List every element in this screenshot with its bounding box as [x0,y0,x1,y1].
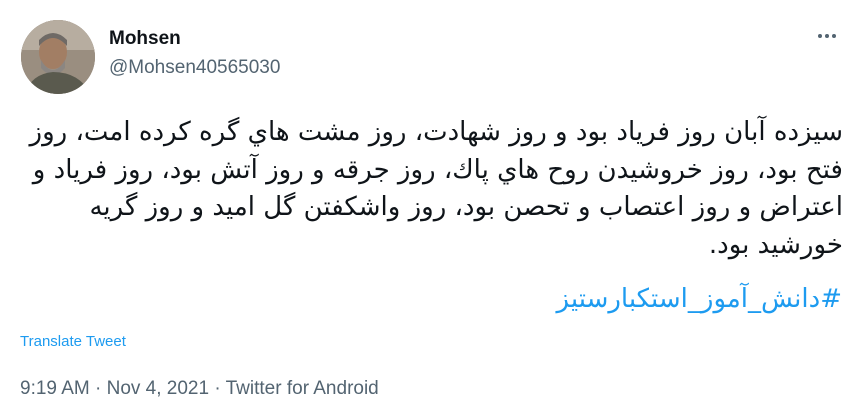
tweet: Mohsen @Mohsen40565030 سيزده آبان روز فر… [0,0,862,419]
more-horizontal-icon[interactable] [812,26,842,46]
tweet-source[interactable]: Twitter for Android [226,378,379,399]
tweet-time[interactable]: 9:19 AM [20,378,90,399]
tweet-text: سيزده آبان روز فرياد بود و روز شهادت، رو… [29,117,843,260]
separator: · [209,378,226,399]
avatar-image [21,20,95,94]
dot [818,34,822,38]
dot [825,34,829,38]
avatar[interactable] [21,20,95,94]
hashtag-link[interactable]: #دانش_آموز_استكبارستيز [557,284,842,314]
tweet-date[interactable]: Nov 4, 2021 [107,378,209,399]
translate-tweet-link[interactable]: Translate Tweet [20,333,126,350]
separator: · [89,378,107,399]
dot [832,34,836,38]
tweet-meta: 9:19 AM · Nov 4, 2021 · Twitter for Andr… [20,378,379,400]
author-name[interactable]: Mohsen [109,28,181,50]
author-handle[interactable]: @Mohsen40565030 [109,57,280,79]
